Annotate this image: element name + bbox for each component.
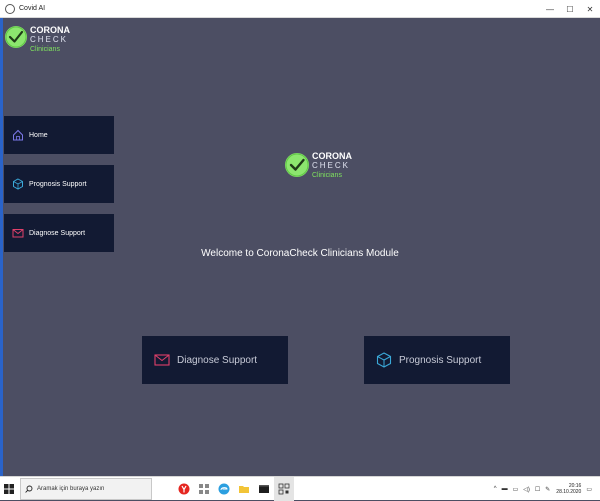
taskbar-edge[interactable] [214,477,234,501]
maximize-button[interactable]: ☐ [560,0,580,18]
app-logo-small: CORONA CHECK Clinicians [5,26,70,53]
diagnose-support-button[interactable]: Diagnose Support [142,336,288,384]
clock-date: 28.10.2020 [556,489,582,495]
windows-taskbar: Aramak için buraya yazın ^ ▬ ▭ ◁) ☐ ✎ 20… [0,476,600,501]
search-placeholder: Aramak için buraya yazın [37,485,105,492]
sidebar-item-home[interactable]: Home [4,116,114,154]
sidebar-item-label: Diagnose Support [29,229,86,237]
sidebar-item-label: Prognosis Support [29,180,87,188]
sidebar-item-label: Home [29,131,48,139]
taskbar-browser-yandex[interactable] [174,477,194,501]
prognosis-support-button[interactable]: Prognosis Support [364,336,510,384]
app-logo-center: CORONA CHECK Clinicians [285,152,352,179]
logo-line-check: CHECK [312,161,351,170]
logo-line-corona: CORONA [312,151,352,161]
yandex-browser-icon [178,483,190,494]
minimize-button[interactable]: — [540,0,560,18]
taskbar-file-explorer[interactable] [234,477,254,501]
action-center-icon[interactable]: ▭ [586,486,592,493]
qr-app-icon [278,483,290,494]
taskbar-clock[interactable]: 20:16 28.10.2020 [556,483,581,496]
logo-line-corona: CORONA [30,25,70,35]
taskbar-search-input[interactable]: Aramak için buraya yazın [20,477,152,500]
mail-icon [12,227,24,239]
taskbar-app-active[interactable] [274,476,294,501]
close-button[interactable]: ✕ [580,0,600,18]
folder-icon [239,485,249,493]
cube-icon [12,178,24,190]
edge-browser-icon [218,483,230,494]
welcome-heading: Welcome to CoronaCheck Clinicians Module [201,248,399,259]
logo-line-check: CHECK [30,35,69,44]
window-title: Covid AI [19,5,46,12]
home-icon [12,129,24,141]
sidebar-item-diagnose-support[interactable]: Diagnose Support [4,214,114,252]
window-controls: — ☐ ✕ [540,0,600,18]
window-titlebar[interactable]: Covid AI — ☐ ✕ [0,0,600,18]
taskbar-app-generic[interactable] [194,477,214,501]
sidebar-item-prognosis-support[interactable]: Prognosis Support [4,165,114,203]
pen-icon[interactable]: ✎ [545,486,550,493]
grid-app-icon [199,483,209,494]
chevron-up-icon[interactable]: ^ [494,486,497,492]
battery-icon[interactable]: ▬ [502,486,508,492]
taskbar-terminal[interactable] [254,477,274,501]
search-icon [25,485,33,493]
check-badge-icon [285,153,309,177]
check-badge-icon [5,26,27,48]
logo-line-clinicians: Clinicians [30,46,60,53]
button-label: Prognosis Support [399,354,482,366]
system-tray: ^ ▬ ▭ ◁) ☐ ✎ 20:16 28.10.2020 ▭ [489,477,592,501]
notification-icon[interactable]: ☐ [535,486,540,493]
windows-logo-icon [4,483,14,494]
mail-icon [154,352,170,368]
volume-icon[interactable]: ◁) [523,486,530,493]
cube-icon [376,352,392,368]
main-content: CORONA CHECK Clinicians Home Prognosis S… [0,18,600,476]
start-button[interactable] [0,477,18,501]
button-label: Diagnose Support [177,354,258,366]
terminal-icon [259,484,269,493]
app-icon [5,3,15,14]
network-icon[interactable]: ▭ [513,486,519,493]
logo-line-clinicians: Clinicians [312,172,342,179]
